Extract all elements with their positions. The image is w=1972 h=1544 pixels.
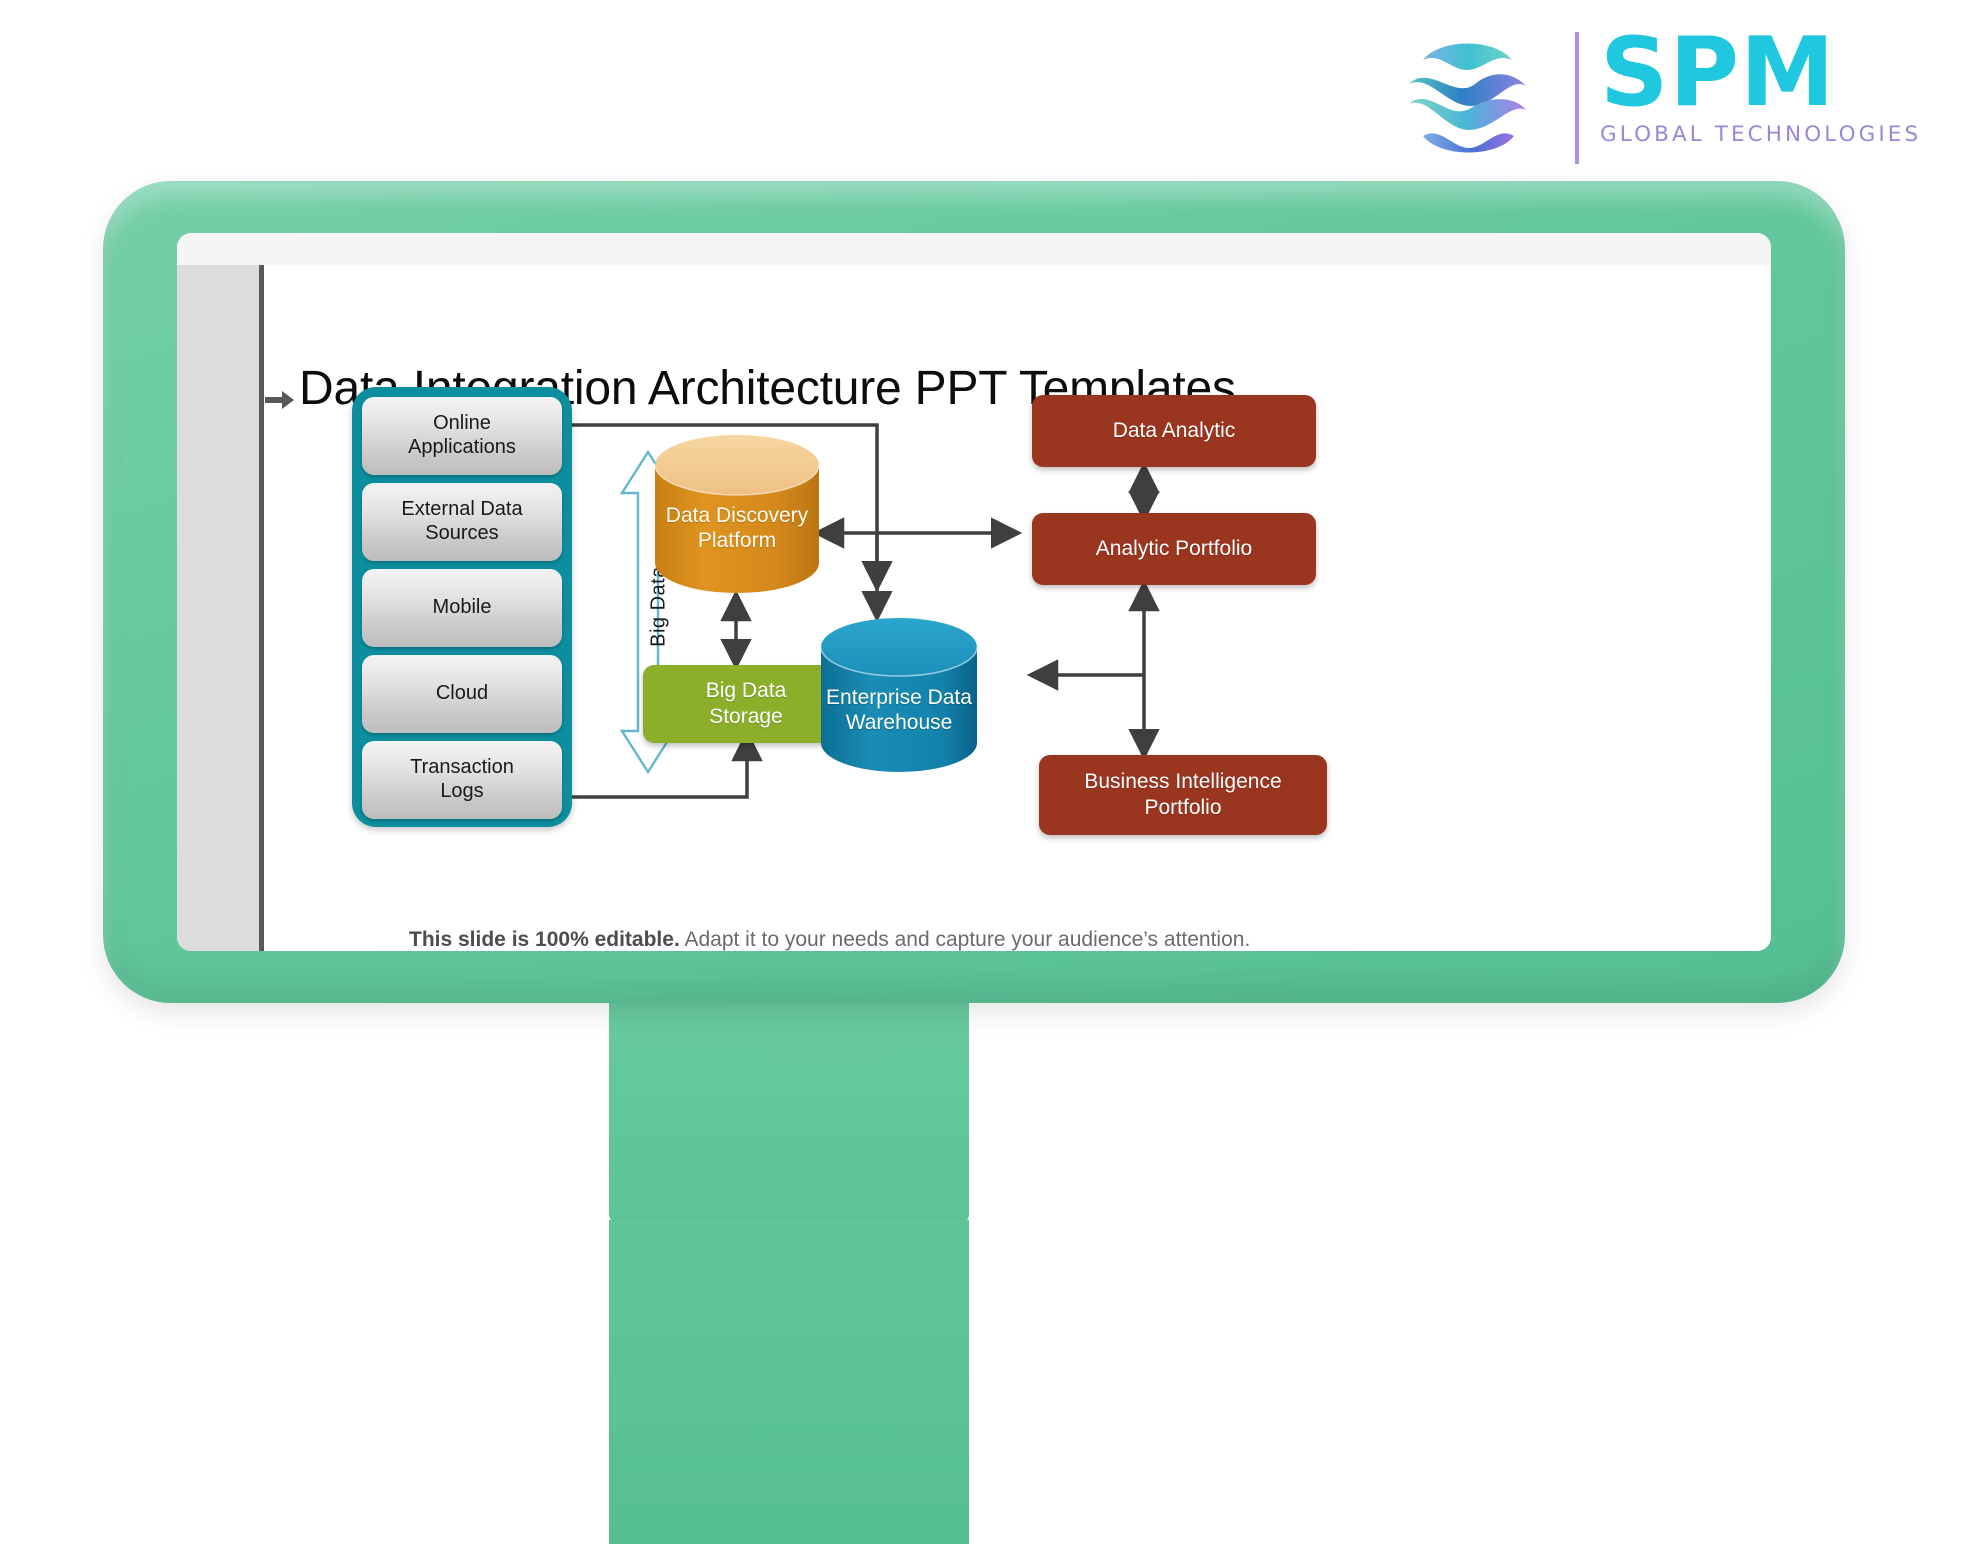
source-box-online-applications[interactable]: Online Applications	[362, 397, 562, 475]
node-enterprise-data-warehouse[interactable]: Enterprise Data Warehouse	[818, 615, 980, 775]
node-label-line2: Portfolio	[1144, 796, 1222, 819]
source-label-line1: Transaction	[410, 756, 514, 779]
spm-sphere-logo-icon	[1395, 26, 1540, 171]
node-business-intelligence-portfolio[interactable]: Business Intelligence Portfolio	[1039, 755, 1327, 835]
node-data-discovery-platform[interactable]: Data Discovery Platform	[652, 431, 822, 597]
monitor-screen: Data Integration Architecture PPT Templa…	[177, 233, 1771, 951]
source-label-line1: Mobile	[432, 596, 492, 619]
source-box-transaction-logs[interactable]: Transaction Logs	[362, 741, 562, 819]
source-box-mobile[interactable]: Mobile	[362, 569, 562, 647]
logo-wordmark: SPM GLOBAL TECHNOLOGIES	[1600, 18, 1922, 148]
source-label-line2: Applications	[408, 436, 516, 458]
node-data-analytic[interactable]: Data Analytic	[1032, 395, 1316, 467]
monitor-stand-base	[609, 1220, 969, 1544]
slide-caption: This slide is 100% editable. Adapt it to…	[409, 928, 1250, 951]
source-box-external-data-sources[interactable]: External Data Sources	[362, 483, 562, 561]
source-box-cloud[interactable]: Cloud	[362, 655, 562, 733]
source-label-line2: Logs	[440, 780, 484, 802]
source-label-line1: External Data	[401, 498, 523, 521]
slide-caption-rest: Adapt it to your needs and capture your …	[679, 928, 1251, 951]
architecture-diagram: Big Data Online Applications External Dat…	[177, 265, 1771, 951]
data-sources-container: Online Applications External Data Sources …	[352, 387, 572, 827]
source-label-line1: Cloud	[435, 682, 489, 705]
slide-caption-bold: This slide is 100% editable.	[409, 928, 680, 951]
logo-tagline: GLOBAL TECHNOLOGIES	[1600, 122, 1922, 148]
screenshot-root: SPM GLOBAL TECHNOLOGIES Data Integration…	[0, 0, 1972, 1544]
node-label-line1: Analytic Portfolio	[1095, 537, 1253, 561]
monitor-stand-neck	[609, 999, 969, 1224]
source-label-line2: Sources	[425, 522, 499, 544]
monitor-bezel: Data Integration Architecture PPT Templa…	[103, 181, 1845, 1003]
spm-brand-logo: SPM GLOBAL TECHNOLOGIES	[1395, 18, 1922, 178]
logo-divider	[1575, 32, 1579, 164]
logo-brand-name: SPM	[1600, 18, 1836, 128]
node-analytic-portfolio[interactable]: Analytic Portfolio	[1032, 513, 1316, 585]
node-label-line1: Big Data	[705, 679, 787, 703]
node-label-line1: Business Intelligence	[1084, 770, 1282, 794]
node-label-line2: Storage	[709, 705, 783, 728]
node-label-line1: Data Analytic	[1112, 419, 1236, 443]
slide-canvas: Data Integration Architecture PPT Templa…	[177, 265, 1771, 951]
source-label-line1: Online	[433, 412, 491, 435]
